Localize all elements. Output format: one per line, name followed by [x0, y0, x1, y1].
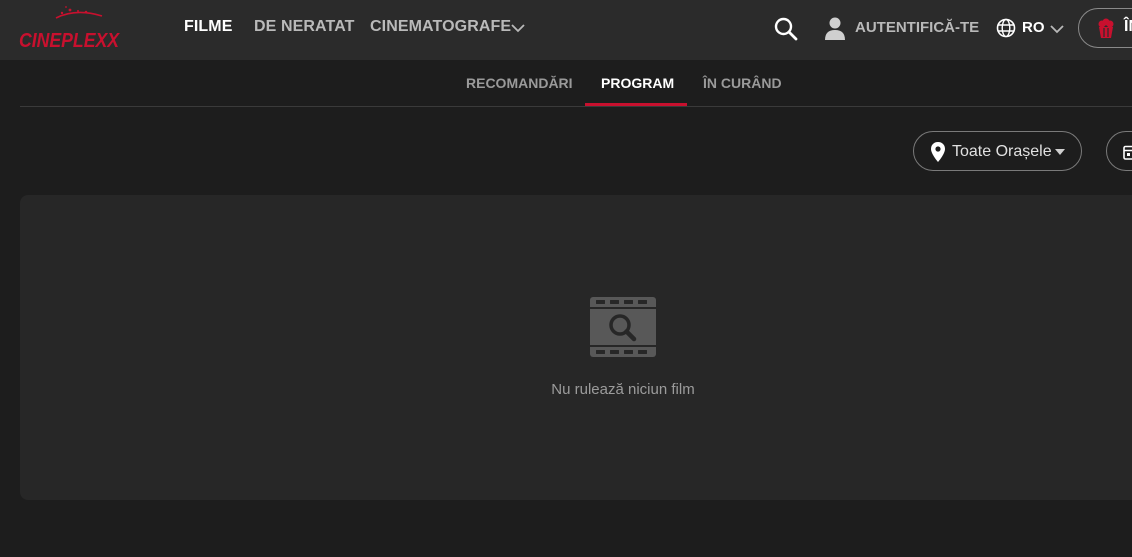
nav-filme[interactable]: FILME: [184, 18, 233, 38]
login-link[interactable]: AUTENTIFICĂ-TE: [855, 19, 979, 36]
tab-program[interactable]: PROGRAM: [601, 75, 674, 91]
calendar-icon: [1123, 145, 1132, 160]
tab-in-curand[interactable]: ÎN CURÂND: [703, 75, 782, 91]
popcorn-icon: [1098, 18, 1114, 38]
language-selector[interactable]: RO: [1022, 19, 1045, 36]
date-filter-dropdown[interactable]: [1106, 131, 1132, 171]
film-search-icon: [590, 297, 656, 357]
header-cta-button[interactable]: ÎN: [1078, 8, 1132, 48]
nav-cinematografe[interactable]: CINEMATOGRAFE: [370, 18, 511, 38]
program-tabs: RECOMANDĂRI PROGRAM ÎN CURÂND: [20, 60, 1132, 107]
city-filter-label: Toate Orașele: [952, 143, 1052, 160]
logo-wordmark: CINEPLEXX: [19, 30, 120, 52]
program-results-panel: Nu rulează niciun film: [20, 195, 1132, 500]
top-header: CINEPLEXX FILME DE NERATAT CINEMATOGRAFE…: [0, 0, 1132, 60]
city-filter-dropdown[interactable]: Toate Orașele: [913, 131, 1082, 171]
empty-state-message: Nu rulează niciun film: [551, 381, 695, 398]
caret-down-icon: [1055, 149, 1065, 155]
chevron-down-icon[interactable]: [1050, 22, 1064, 36]
user-icon[interactable]: [824, 16, 846, 40]
location-pin-icon: [931, 142, 945, 162]
search-icon[interactable]: [773, 16, 799, 42]
chevron-down-icon[interactable]: [511, 21, 525, 35]
cineplexx-logo[interactable]: CINEPLEXX: [16, 4, 126, 54]
globe-icon[interactable]: [996, 18, 1016, 38]
tab-recomandari[interactable]: RECOMANDĂRI: [466, 75, 573, 91]
cta-label: ÎN: [1124, 18, 1132, 35]
nav-de-neratat[interactable]: DE NERATAT: [254, 18, 355, 38]
active-tab-indicator: [585, 103, 687, 106]
